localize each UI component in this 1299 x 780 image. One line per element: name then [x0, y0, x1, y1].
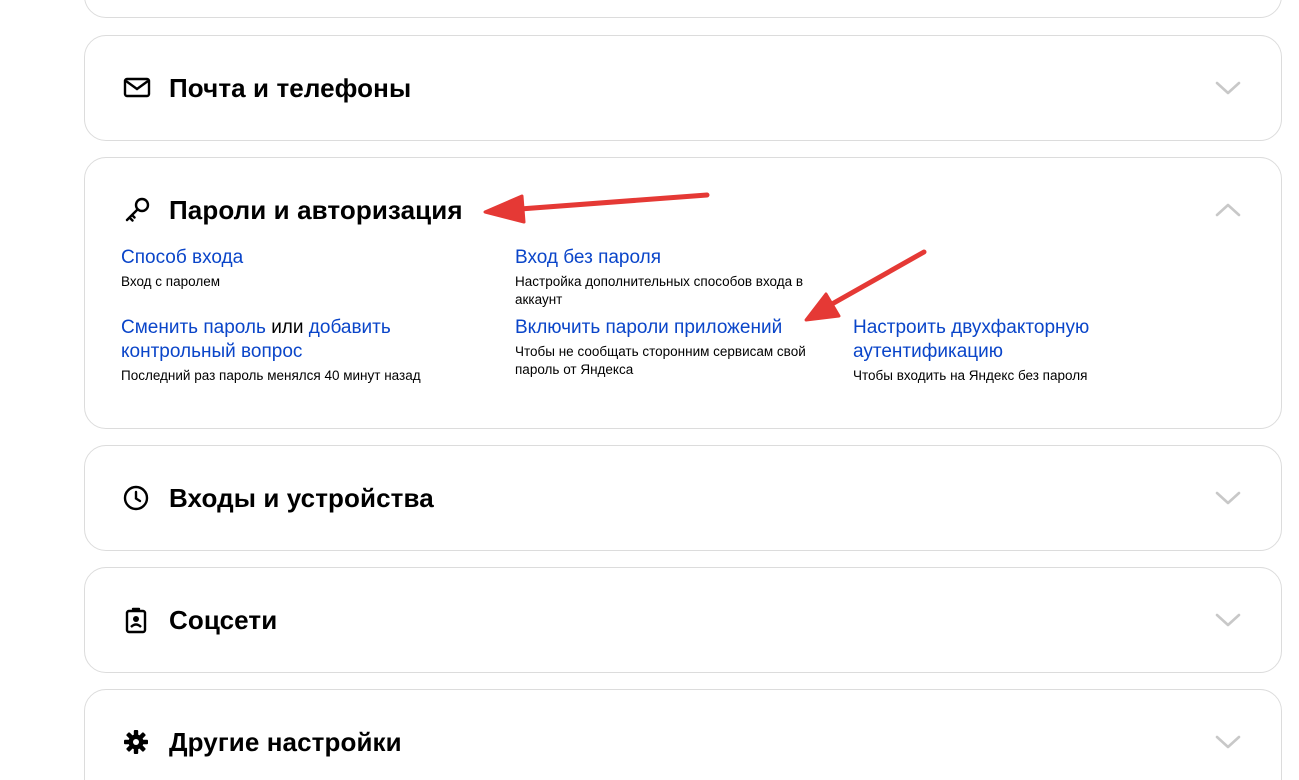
two-factor-desc: Чтобы входить на Яндекс без пароля [853, 368, 1088, 383]
app-passwords-desc: Чтобы не сообщать сторонним сервисам сво… [515, 344, 806, 377]
change-password-link[interactable]: Сменить пароль [121, 317, 266, 338]
chevron-down-icon[interactable] [1215, 488, 1241, 508]
clock-icon [123, 484, 153, 512]
login-method-option: Способ входа Вход с паролем [121, 246, 481, 291]
section-title: Соцсети [169, 604, 278, 635]
settings-page: Почта и телефоны Пароли и авторизация Сп… [0, 0, 1299, 780]
change-password-option: Сменить пароль или добавить контрольный … [121, 316, 451, 385]
passwordless-desc: Настройка дополнительных способов входа … [515, 274, 804, 307]
section-other-settings: Другие настройки [84, 689, 1282, 780]
section-passwords-auth: Пароли и авторизация Способ входа Вход с… [84, 157, 1282, 429]
login-method-link[interactable]: Способ входа [121, 247, 243, 268]
app-passwords-link[interactable]: Включить пароли приложений [515, 317, 782, 338]
passwordless-link[interactable]: Вход без пароля [515, 247, 661, 268]
passwordless-option: Вход без пароля Настройка дополнительных… [515, 246, 815, 309]
chevron-down-icon[interactable] [1215, 610, 1241, 630]
section-title: Входы и устройства [169, 482, 434, 513]
section-social-header[interactable]: Соцсети [123, 604, 277, 636]
section-title: Пароли и авторизация [169, 194, 463, 225]
section-passwords-auth-header[interactable]: Пароли и авторизация [123, 194, 463, 226]
login-method-desc: Вход с паролем [121, 274, 220, 289]
gear-icon [123, 728, 153, 756]
key-icon [123, 196, 153, 224]
chevron-down-icon[interactable] [1215, 78, 1241, 98]
section-logins-devices-header[interactable]: Входы и устройства [123, 482, 434, 514]
two-factor-link[interactable]: Настроить двухфакторную аутентификацию [853, 317, 1089, 362]
section-mail-phones-header[interactable]: Почта и телефоны [123, 72, 411, 104]
section-social: Соцсети [84, 567, 1282, 673]
section-title: Другие настройки [169, 726, 402, 757]
chevron-down-icon[interactable] [1215, 732, 1241, 752]
change-password-desc: Последний раз пароль менялся 40 минут на… [121, 368, 421, 383]
or-connector: или [271, 317, 304, 338]
section-logins-devices: Входы и устройства [84, 445, 1282, 551]
section-title: Почта и телефоны [169, 72, 412, 103]
two-factor-option: Настроить двухфакторную аутентификацию Ч… [853, 316, 1143, 385]
badge-icon [123, 606, 153, 634]
previous-section-card [84, 0, 1282, 18]
section-mail-phones: Почта и телефоны [84, 35, 1282, 141]
app-passwords-option: Включить пароли приложений Чтобы не сооб… [515, 316, 825, 379]
chevron-up-icon[interactable] [1215, 200, 1241, 220]
envelope-icon [123, 74, 153, 102]
section-other-settings-header[interactable]: Другие настройки [123, 726, 402, 758]
